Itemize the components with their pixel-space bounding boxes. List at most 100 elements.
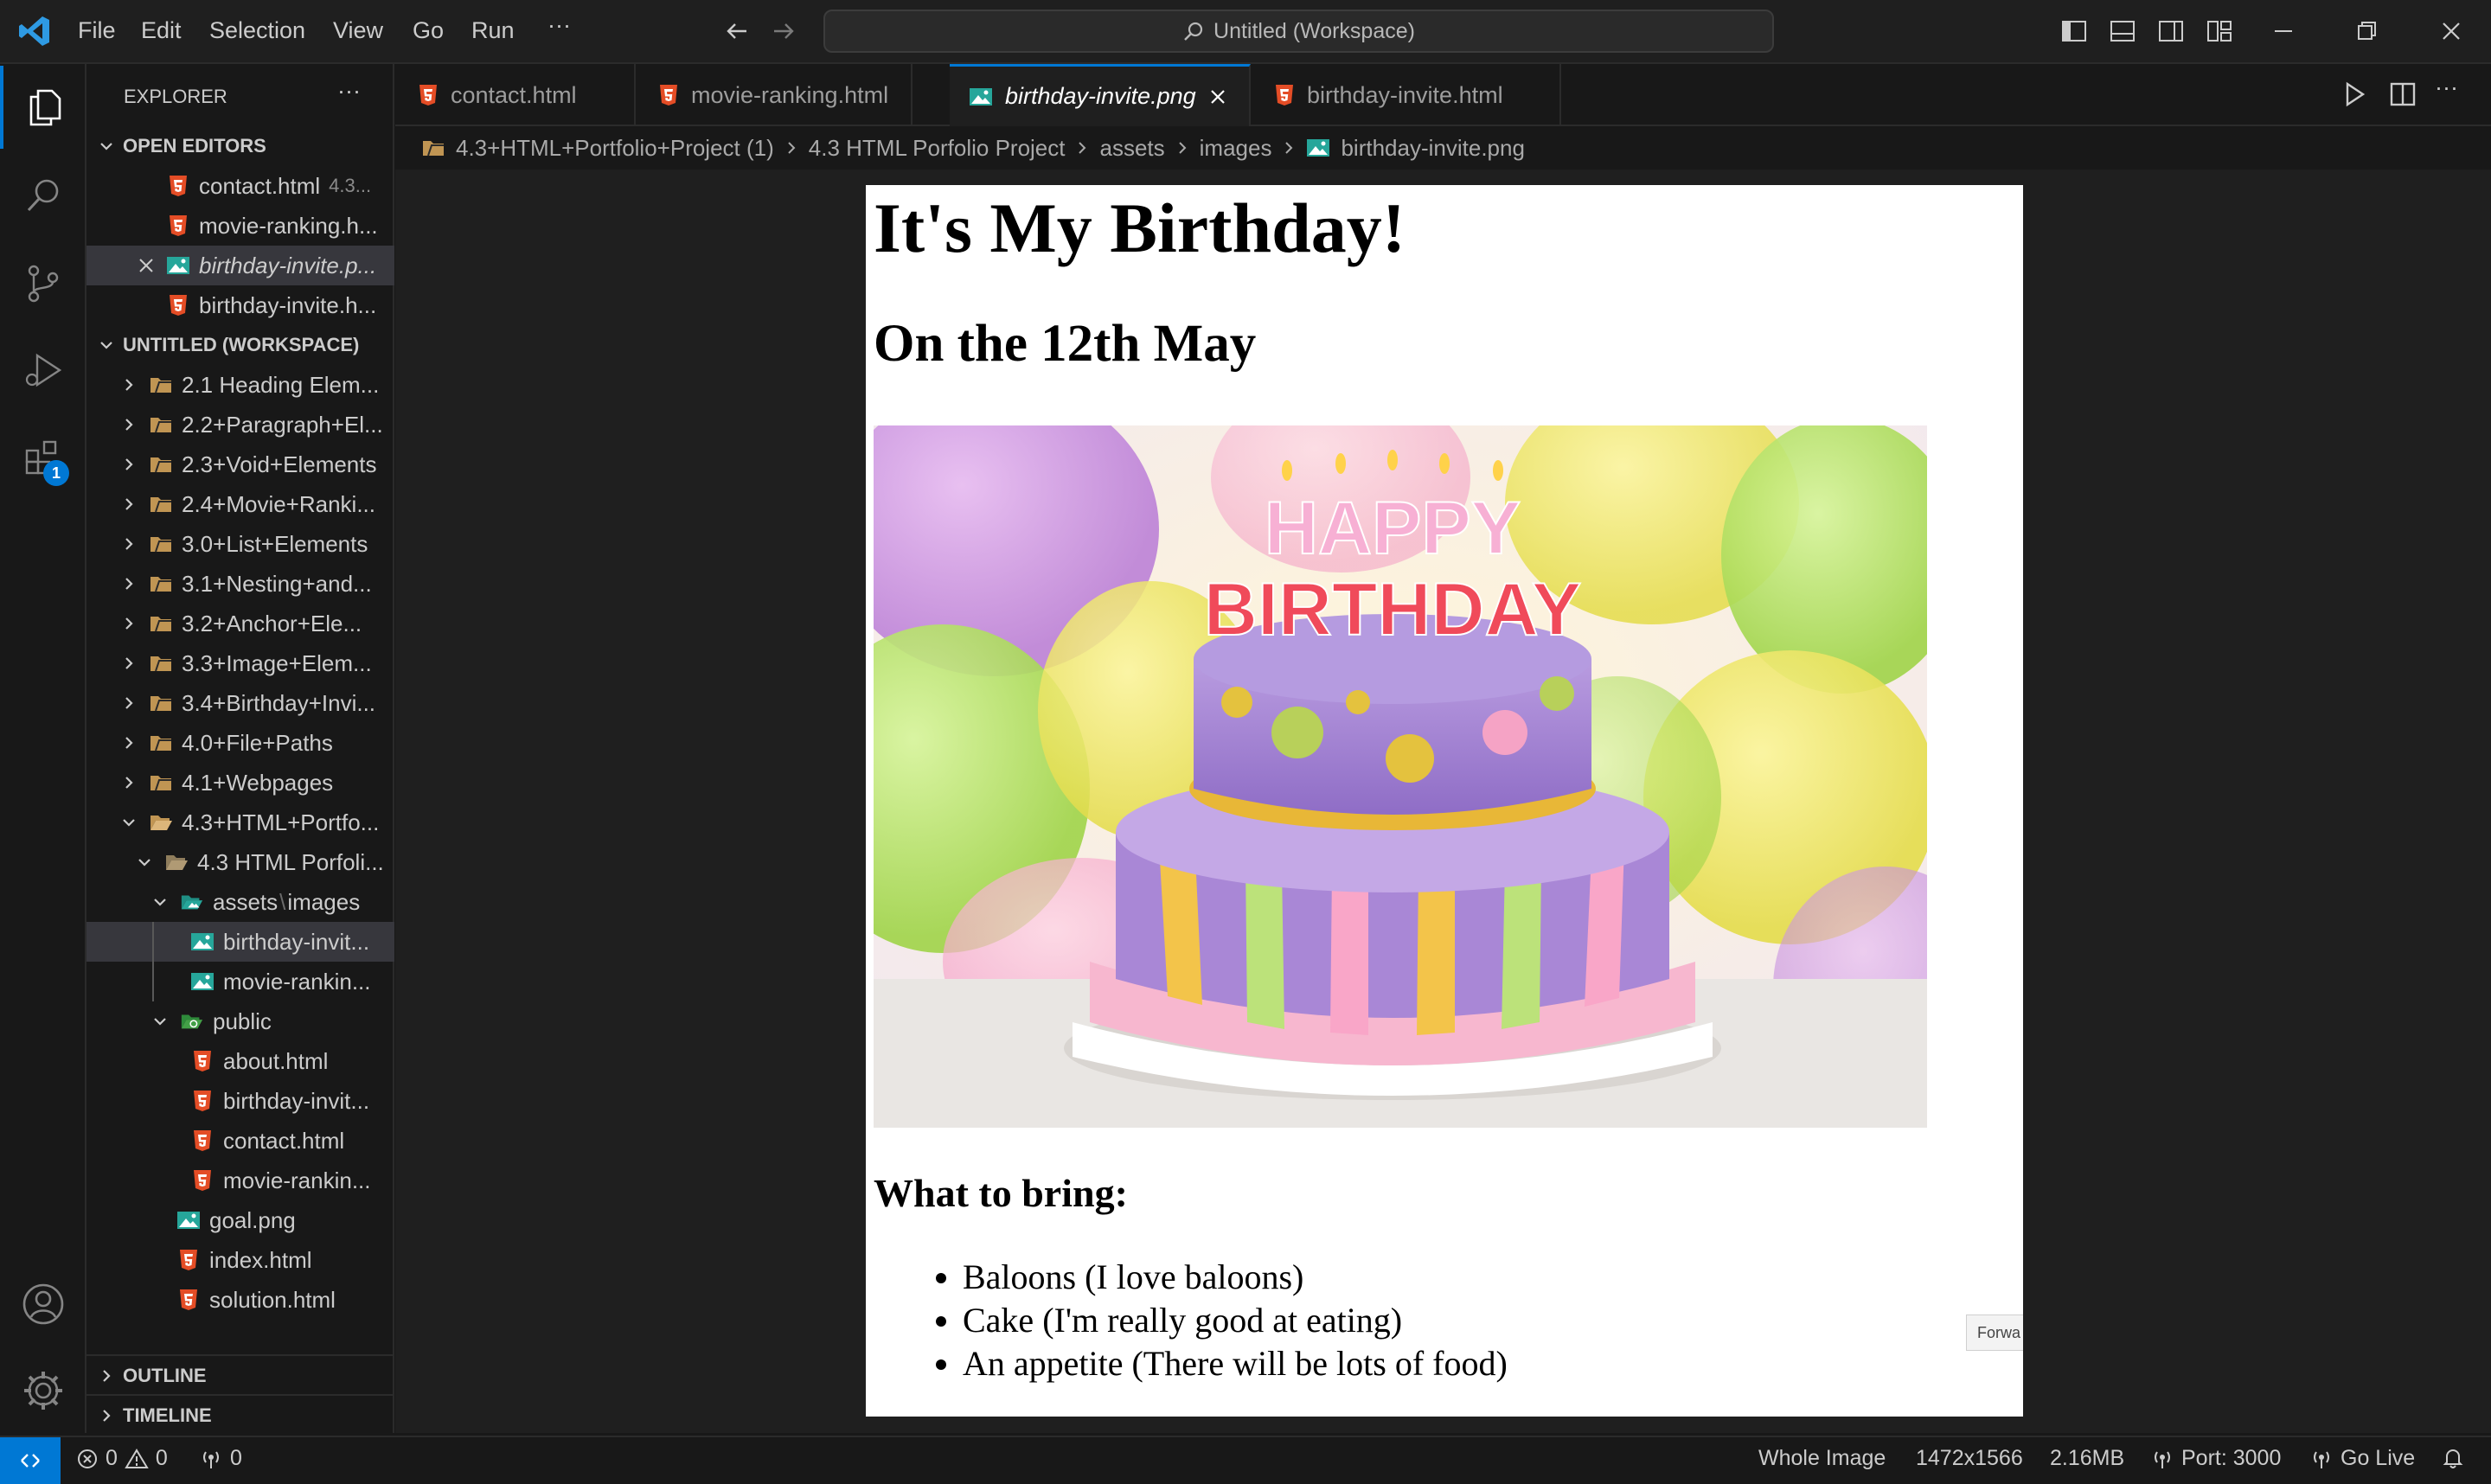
timeline-header[interactable]: TIMELINE: [86, 1396, 394, 1436]
ports-indicator[interactable]: 0: [199, 1446, 242, 1471]
folder-item-expanded[interactable]: 4.3 HTML Porfoli...: [86, 842, 394, 882]
folder-item[interactable]: 3.1+Nesting+and...: [86, 564, 394, 604]
open-editors-header[interactable]: OPEN EDITORS: [86, 126, 394, 166]
chevron-right-icon: [118, 374, 140, 396]
tab-label: birthday-invite.png: [1005, 83, 1196, 109]
folder-label: assets: [213, 888, 279, 915]
file-item[interactable]: about.html: [86, 1041, 394, 1081]
problems-indicator[interactable]: 0 0: [76, 1446, 168, 1471]
chevron-right-icon: [784, 139, 798, 157]
editor-more-icon[interactable]: ···: [2435, 74, 2458, 101]
run-debug-activity[interactable]: [0, 329, 86, 412]
tab-birthday-invite-png[interactable]: birthday-invite.png: [950, 64, 1251, 126]
account-icon: [22, 1283, 64, 1325]
open-editor-item[interactable]: contact.html 4.3...: [86, 166, 394, 206]
port-indicator[interactable]: Port: 3000: [2150, 1446, 2281, 1471]
chevron-down-icon: [118, 811, 140, 834]
folder-label: 2.1 Heading Elem...: [182, 371, 380, 398]
folder-item-expanded[interactable]: 4.3+HTML+Portfo...: [86, 803, 394, 842]
folder-item[interactable]: 4.1+Webpages: [86, 763, 394, 803]
breadcrumb-item[interactable]: images: [1200, 135, 1272, 162]
manage-activity[interactable]: [0, 1349, 86, 1432]
restore-icon[interactable]: [2351, 16, 2382, 47]
bring-list: Baloons (I love baloons) Cake (I'm reall…: [928, 1256, 1508, 1385]
breadcrumb-item[interactable]: 4.3 HTML Porfolio Project: [809, 135, 1066, 162]
folder-item[interactable]: 2.3+Void+Elements: [86, 445, 394, 484]
forward-arrow-icon[interactable]: [768, 16, 799, 47]
image-file-icon: [166, 253, 190, 278]
menu-file[interactable]: File: [78, 17, 116, 44]
folder-item[interactable]: 3.0+List+Elements: [86, 524, 394, 564]
chevron-right-icon: [1075, 139, 1089, 157]
menu-view[interactable]: View: [333, 17, 383, 44]
run-icon[interactable]: [2340, 80, 2369, 109]
folder-item[interactable]: 2.4+Movie+Ranki...: [86, 484, 394, 524]
go-live-button[interactable]: Go Live: [2309, 1446, 2415, 1471]
port-label: Port: 3000: [2181, 1446, 2282, 1470]
toggle-secondary-sidebar-icon[interactable]: [2155, 16, 2187, 47]
tab-contact-html[interactable]: contact.html: [395, 64, 636, 126]
source-control-activity[interactable]: [0, 242, 86, 325]
file-item[interactable]: birthday-invit...: [86, 1081, 394, 1121]
tooltip-fragment: Forwa: [1966, 1314, 2023, 1351]
menu-more[interactable]: ···: [548, 12, 571, 39]
file-item[interactable]: index.html: [86, 1240, 394, 1280]
folder-item[interactable]: 2.2+Paragraph+El...: [86, 405, 394, 445]
breadcrumb-item[interactable]: assets: [1099, 135, 1164, 162]
folder-label: 2.2+Paragraph+El...: [182, 411, 383, 438]
file-item[interactable]: contact.html: [86, 1121, 394, 1161]
customize-layout-icon[interactable]: [2204, 16, 2235, 47]
image-preview: It's My Birthday! On the 12th May HAPPY …: [866, 185, 2023, 1417]
close-icon[interactable]: [1208, 87, 1227, 106]
chevron-right-icon: [118, 612, 140, 635]
folder-item[interactable]: 4.0+File+Paths: [86, 723, 394, 763]
close-window-icon[interactable]: [2436, 16, 2467, 47]
extensions-activity[interactable]: 1: [0, 415, 86, 498]
file-item[interactable]: movie-rankin...: [86, 1161, 394, 1200]
folder-item[interactable]: 3.3+Image+Elem...: [86, 643, 394, 683]
toggle-primary-sidebar-icon[interactable]: [2059, 16, 2090, 47]
folder-item-expanded[interactable]: public: [86, 1001, 394, 1041]
file-item-selected[interactable]: birthday-invit...: [86, 922, 394, 962]
remote-indicator[interactable]: [0, 1437, 61, 1484]
minimize-icon[interactable]: [2268, 16, 2299, 47]
tab-movie-ranking-html[interactable]: movie-ranking.html: [636, 64, 913, 126]
notifications-bell-icon[interactable]: [2441, 1446, 2465, 1470]
folder-item[interactable]: 3.4+Birthday+Invi...: [86, 683, 394, 723]
menu-run[interactable]: Run: [471, 17, 515, 44]
search-activity[interactable]: [0, 154, 86, 237]
outline-header[interactable]: OUTLINE: [86, 1356, 394, 1396]
folder-item[interactable]: 3.2+Anchor+Ele...: [86, 604, 394, 643]
image-size: 2.16MB: [2050, 1446, 2125, 1470]
file-item[interactable]: movie-rankin...: [86, 962, 394, 1001]
zoom-level[interactable]: Whole Image: [1758, 1446, 1886, 1471]
open-editor-item[interactable]: birthday-invite.h...: [86, 285, 394, 325]
open-editor-item-active[interactable]: birthday-invite.p...: [86, 246, 394, 285]
accounts-activity[interactable]: [0, 1263, 86, 1346]
breadcrumb-item[interactable]: birthday-invite.png: [1341, 135, 1524, 162]
explorer-more-button[interactable]: ···: [337, 78, 361, 105]
file-item[interactable]: solution.html: [86, 1280, 394, 1320]
chevron-right-icon: [1175, 139, 1189, 157]
toggle-panel-icon[interactable]: [2107, 16, 2138, 47]
folder-item-expanded[interactable]: assets \ images: [86, 882, 394, 922]
split-editor-icon[interactable]: [2388, 80, 2417, 109]
tab-birthday-invite-html[interactable]: birthday-invite.html: [1252, 64, 1561, 126]
menu-go[interactable]: Go: [413, 17, 444, 44]
file-item[interactable]: goal.png: [86, 1200, 394, 1240]
chevron-right-icon: [118, 771, 140, 794]
explorer-activity[interactable]: [0, 66, 86, 149]
breadcrumb-item[interactable]: 4.3+HTML+Portfolio+Project (1): [456, 135, 774, 162]
menu-edit[interactable]: Edit: [141, 17, 182, 44]
close-icon[interactable]: [135, 254, 157, 277]
activity-bar: 1: [0, 64, 86, 1433]
folder-item[interactable]: 2.1 Heading Elem...: [86, 365, 394, 405]
folder-icon: [149, 572, 173, 596]
open-editor-item[interactable]: movie-ranking.h...: [86, 206, 394, 246]
warning-icon: [125, 1448, 149, 1468]
open-editor-label: movie-ranking.h...: [199, 212, 378, 239]
back-arrow-icon[interactable]: [721, 16, 752, 47]
menu-selection[interactable]: Selection: [209, 17, 305, 44]
workspace-header[interactable]: UNTITLED (WORKSPACE): [86, 325, 394, 365]
command-center[interactable]: Untitled (Workspace): [823, 10, 1774, 53]
